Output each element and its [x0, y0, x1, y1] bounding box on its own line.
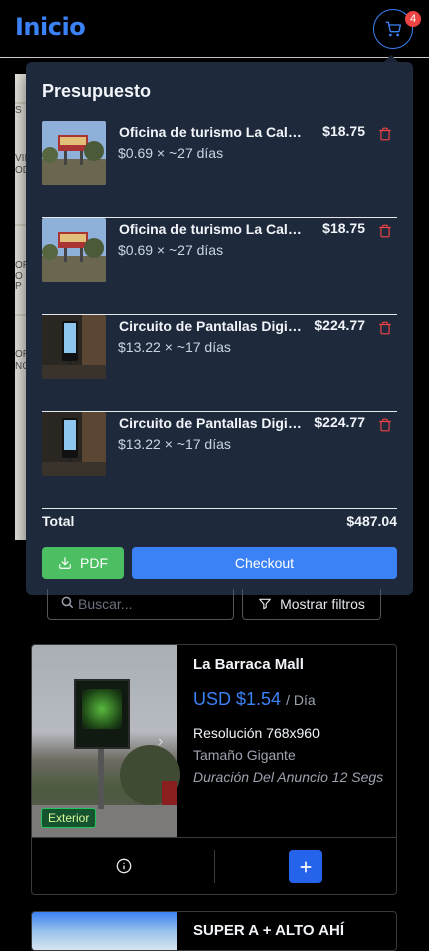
add-to-cart-button[interactable]	[289, 850, 322, 883]
trash-icon[interactable]	[378, 127, 392, 141]
item-name: Oficina de turismo La Calera	[119, 124, 305, 140]
item-name: Circuito de Pantallas Digitales	[119, 318, 305, 334]
pole-shape	[98, 749, 104, 809]
listing-resolution: Resolución 768x960	[193, 725, 320, 741]
budget-panel: Presupuesto Oficina de turismo La Calera…	[26, 62, 413, 595]
info-icon[interactable]	[116, 858, 132, 874]
chevron-right-icon[interactable]: ›	[158, 733, 163, 751]
item-detail: $0.69 × ~27 días	[118, 242, 224, 258]
listing-price-unit: / Día	[286, 692, 316, 708]
budget-title: Presupuesto	[42, 81, 152, 101]
search-placeholder: Buscar...	[78, 596, 133, 612]
budget-item: Oficina de turismo La Calera $18.75 $0.6…	[42, 218, 397, 315]
item-price: $224.77	[314, 317, 365, 333]
total-label: Total	[42, 513, 75, 529]
listing-card[interactable]: SUPER A + ALTO AHÍ	[31, 911, 397, 951]
item-detail: $0.69 × ~27 días	[118, 145, 224, 161]
item-name: Oficina de turismo La Calera	[119, 221, 305, 237]
listing-image[interactable]: › Exterior	[32, 645, 180, 837]
card-footer	[32, 837, 396, 894]
item-thumbnail	[42, 412, 106, 476]
car-shape	[162, 781, 177, 805]
map-label: S	[15, 105, 22, 116]
budget-item: Oficina de turismo La Calera $18.75 $0.6…	[42, 121, 397, 218]
item-thumbnail	[42, 121, 106, 185]
plus-icon	[300, 861, 311, 872]
listing-duration: Duración Del Anuncio 12 Segs	[193, 769, 384, 785]
pdf-button[interactable]: PDF	[42, 547, 124, 579]
item-name: Circuito de Pantallas Digitales	[119, 415, 305, 431]
billboard-glow	[82, 689, 122, 729]
item-price: $18.75	[322, 220, 365, 236]
search-icon	[61, 596, 73, 608]
footer-divider	[214, 850, 215, 883]
total-value: $487.04	[346, 513, 397, 529]
budget-item: Circuito de Pantallas Digitales $224.77 …	[42, 412, 397, 509]
listing-card[interactable]: › Exterior La Barraca Mall USD $1.54 / D…	[31, 644, 397, 895]
download-icon	[59, 557, 71, 569]
app-header: Inicio 4	[0, 0, 429, 58]
trash-icon[interactable]	[378, 418, 392, 432]
search-input[interactable]: Buscar...	[47, 589, 234, 620]
listing-price-value: USD $1.54	[193, 689, 282, 709]
item-detail: $13.22 × ~17 días	[118, 436, 231, 452]
trash-icon[interactable]	[378, 224, 392, 238]
page-title: Inicio	[15, 13, 86, 41]
listing-title: La Barraca Mall	[193, 656, 304, 673]
listing-price: USD $1.54 / Día	[193, 689, 316, 710]
item-thumbnail	[42, 315, 106, 379]
item-price: $224.77	[314, 414, 365, 430]
show-filters-button[interactable]: Mostrar filtros	[242, 589, 381, 620]
cart-count-badge: 4	[405, 11, 421, 27]
item-thumbnail	[42, 218, 106, 282]
item-price: $18.75	[322, 123, 365, 139]
item-detail: $13.22 × ~17 días	[118, 339, 231, 355]
filter-icon	[259, 598, 271, 610]
checkout-button[interactable]: Checkout	[132, 547, 397, 579]
cart-icon	[385, 21, 401, 37]
listing-size: Tamaño Gigante	[193, 747, 296, 763]
trash-icon[interactable]	[378, 321, 392, 335]
location-tag: Exterior	[41, 808, 97, 828]
listing-image[interactable]	[32, 912, 177, 950]
pdf-label: PDF	[80, 555, 108, 571]
budget-item: Circuito de Pantallas Digitales $224.77 …	[42, 315, 397, 412]
show-filters-label: Mostrar filtros	[280, 596, 365, 612]
